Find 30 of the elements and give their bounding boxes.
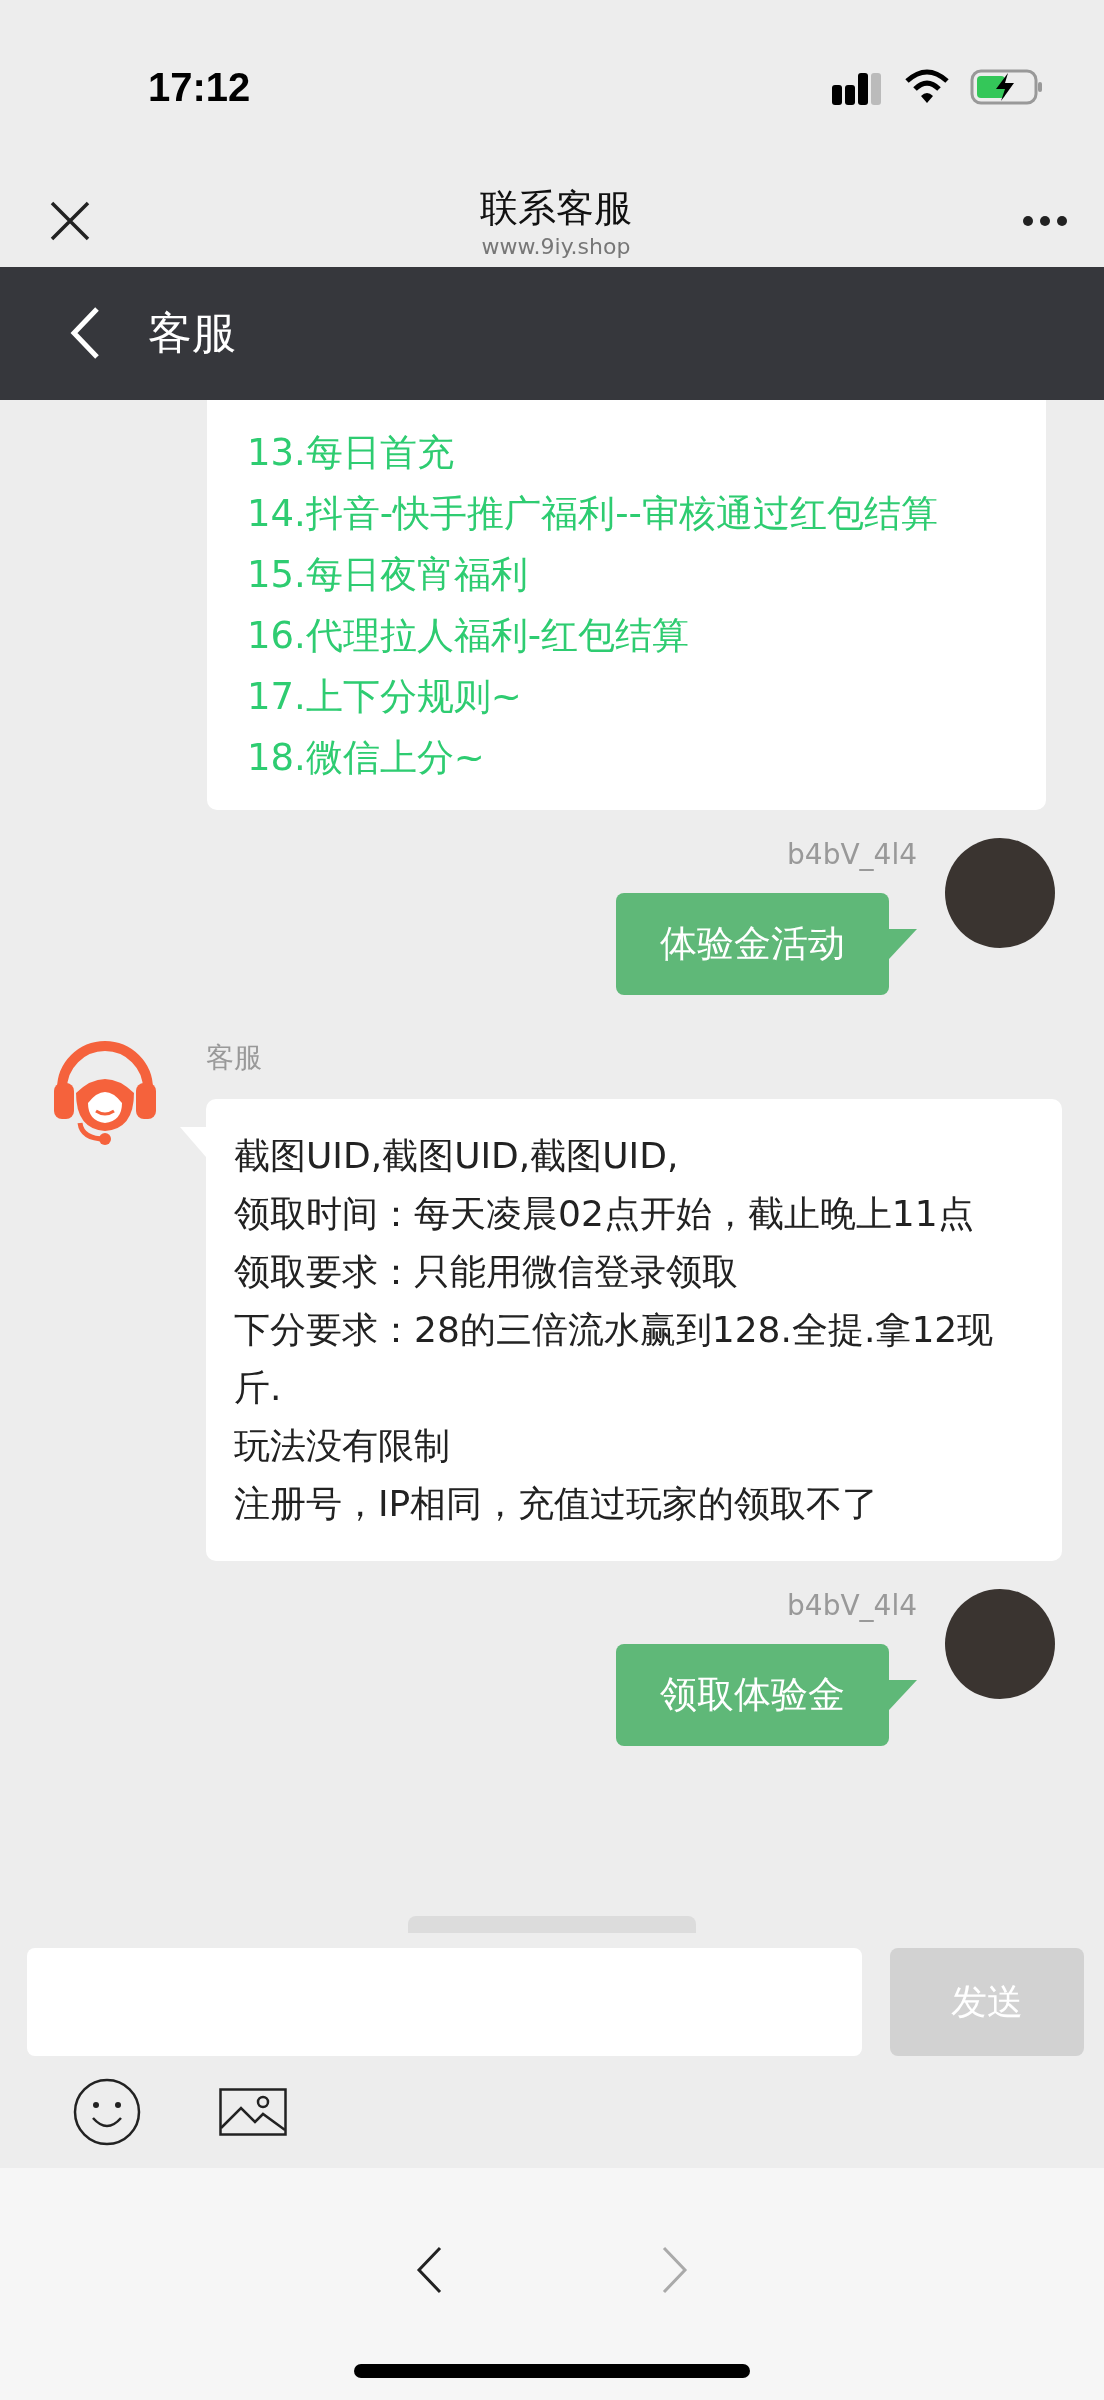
back-icon[interactable] (70, 307, 100, 360)
back-button[interactable] (416, 2246, 442, 2294)
message-line: 下分要求：28的三倍流水赢到128.全提.拿12现斤. (234, 1308, 995, 1410)
message-line: 截图UID,截图UID,截图UID, (234, 1134, 680, 1178)
message-line: 注册号，IP相同，充值过玩家的领取不了 (234, 1482, 880, 1526)
menu-link[interactable]: 15.每日夜宵福利 (247, 544, 528, 605)
page-url: www.9iy.shop (481, 233, 631, 259)
status-time: 17:12 (148, 64, 251, 110)
message-line: 领取要求：只能用微信登录领取 (234, 1250, 739, 1294)
menu-link[interactable]: 17.上下分规则~ (247, 666, 522, 727)
menu-link[interactable]: 16.代理拉人福利-红包结算 (247, 605, 690, 666)
sender-name: b4bV_4l4 (787, 1589, 917, 1622)
battery-charging-icon (970, 69, 1044, 106)
menu-link[interactable]: 13.每日首充 (247, 422, 454, 483)
menu-link[interactable]: 18.微信上分~ (247, 727, 485, 788)
smiley-icon[interactable] (73, 2078, 141, 2146)
close-icon[interactable] (50, 200, 90, 241)
sender-name: b4bV_4l4 (787, 838, 917, 871)
page-title: 联系客服 (480, 184, 632, 232)
more-icon[interactable] (1022, 214, 1068, 227)
sender-name: 客服 (206, 1040, 263, 1076)
bubble-tail (889, 929, 917, 959)
image-icon[interactable] (219, 2088, 287, 2136)
menu-link[interactable]: 14.抖音-快手推广福利--审核通过红包结算 (247, 483, 938, 544)
chat-title: 客服 (148, 306, 236, 360)
message-line: 领取时间：每天凌晨02点开始，截止晚上11点 (234, 1192, 975, 1236)
message-line: 玩法没有限制 (234, 1424, 451, 1468)
bubble-tail (889, 1680, 917, 1710)
message-bubble: 体验金活动 (616, 893, 889, 995)
message-bubble: 领取体验金 (616, 1644, 889, 1746)
